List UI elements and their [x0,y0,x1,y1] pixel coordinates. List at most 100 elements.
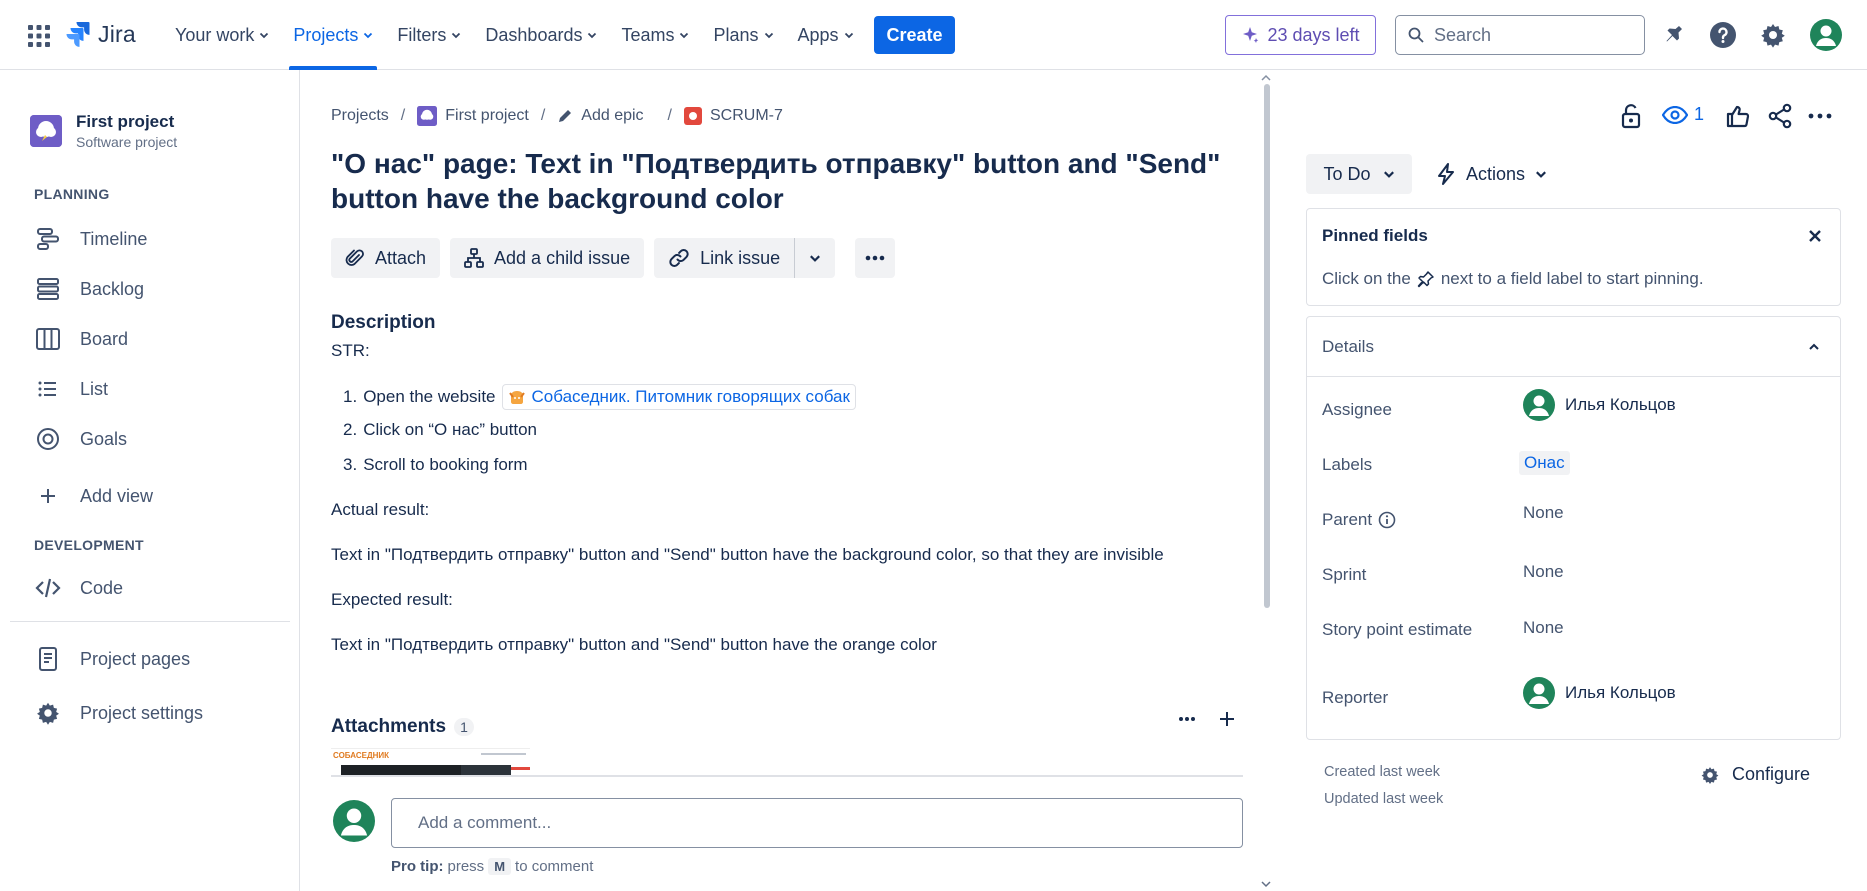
more-icon[interactable] [1806,102,1834,130]
share-icon[interactable] [1766,102,1794,130]
notifications-icon[interactable] [1659,21,1687,49]
nav-dashboards[interactable]: Dashboards [473,0,609,70]
settings-icon[interactable] [1759,21,1787,49]
actual-result-heading: Actual result: [331,500,430,519]
search-icon [1408,27,1424,43]
nav-apps[interactable]: Apps [786,0,866,70]
attachments-divider [331,775,1243,777]
lock-icon[interactable] [1617,102,1645,130]
parent-value[interactable]: None [1523,503,1564,523]
scroll-down-icon[interactable] [1261,880,1271,888]
website-smart-link[interactable]: Собаседник. Питомник говорящих собак [501,384,856,410]
breadcrumb-issue[interactable]: SCRUM-7 [684,107,783,125]
sprint-value[interactable]: None [1523,562,1564,582]
breadcrumb-project[interactable]: First project [417,106,529,126]
nav-filters[interactable]: Filters [385,0,473,70]
thumbnail-nav [481,753,526,755]
sidebar-item-project-settings[interactable]: Project settings [34,698,203,728]
updated-timestamp: Updated last week [1324,791,1444,807]
protip-prefix: Pro tip: [391,858,444,875]
create-button[interactable]: Create [874,16,955,54]
nav-plans[interactable]: Plans [701,0,785,70]
pinned-fields-title: Pinned fields [1322,226,1428,245]
sidebar-item-list[interactable]: List [34,374,108,404]
attachments-heading: Attachments 1 [331,716,474,738]
thumbs-up-icon[interactable] [1724,102,1752,130]
project-header[interactable]: First project Software project [30,112,177,150]
sidebar-item-backlog[interactable]: Backlog [34,274,144,304]
sidebar-item-goals[interactable]: Goals [34,424,127,454]
plus-icon [34,482,62,510]
chevron-down-icon [844,32,853,39]
nav-label: Filters [397,24,447,45]
apps-grid-icon[interactable] [26,23,52,49]
breadcrumb-projects[interactable]: Projects [331,107,389,125]
step-item: 2. Click on “О нас” button [343,420,537,440]
more-actions-button[interactable] [855,238,896,278]
breadcrumb-add-epic[interactable]: Add epic [557,107,644,125]
user-avatar[interactable] [1810,19,1842,51]
link-issue-dropdown[interactable] [794,238,836,278]
code-icon [34,574,62,602]
sidebar-item-board[interactable]: Board [34,324,128,354]
trial-days-button[interactable]: 23 days left [1225,15,1376,55]
issue-title[interactable]: "О нас" page: Text in "Подтвердить отпра… [331,146,1231,216]
sidebar-item-label: Project pages [80,648,191,669]
chevron-down-icon [364,32,373,39]
help-icon[interactable] [1709,21,1737,49]
plus-icon[interactable] [1218,710,1236,728]
sparkle-icon [1243,27,1259,43]
actions-dropdown[interactable]: Actions [1436,154,1547,194]
nav-teams[interactable]: Teams [609,0,701,70]
project-sidebar: First project Software project PLANNING … [0,70,300,891]
main-scrollbar[interactable] [1264,84,1270,608]
pro-tip: Pro tip: press M to comment [391,858,593,875]
planning-heading: PLANNING [34,186,110,202]
development-heading: DEVELOPMENT [34,537,144,553]
sidebar-item-project-pages[interactable]: Project pages [34,644,190,674]
link-issue-button[interactable]: Link issue [654,238,795,278]
chevron-down-icon [680,32,689,39]
assignee-name: Илья Кольцов [1565,395,1676,414]
step-number: 3. [343,455,358,474]
nav-label: Your work [175,24,255,45]
details-header[interactable]: Details [1307,317,1840,377]
more-icon[interactable] [1178,716,1196,722]
timeline-icon [34,225,62,253]
nav-projects[interactable]: Projects [281,0,385,70]
nav-your-work[interactable]: Your work [163,0,281,70]
chevron-down-icon [452,32,461,39]
story-points-value[interactable]: None [1523,618,1564,638]
reporter-value[interactable]: Илья Кольцов [1523,677,1676,709]
sidebar-item-label: Code [80,577,124,598]
pin-icon [1417,271,1434,288]
attach-button[interactable]: Attach [331,238,441,278]
label-tag[interactable]: Онас [1519,451,1570,475]
jira-logo[interactable]: Jira [66,20,136,48]
watchers-button[interactable]: 1 [1662,104,1704,125]
scroll-up-icon[interactable] [1261,74,1271,82]
configure-button[interactable]: Configure [1700,764,1810,785]
info-icon[interactable] [1378,511,1396,529]
sprint-label: Sprint [1322,565,1367,584]
link-issue-split-button: Link issue [654,238,836,278]
link-icon [669,249,689,267]
chevron-up-icon[interactable] [1806,339,1822,355]
labels-value[interactable]: Онас [1519,451,1570,475]
link-issue-label: Link issue [700,247,781,268]
thumbnail-brand: СОБАСЕДНИК [333,751,390,760]
description-heading: Description [331,312,436,333]
attachment-thumbnail[interactable]: СОБАСЕДНИК [331,748,530,776]
close-icon[interactable] [1806,227,1824,245]
pinned-fields-panel: Pinned fields Click on the next to a fie… [1306,208,1841,306]
step-item: 1. Open the website Собаседник. Питомник… [343,384,856,410]
add-child-issue-button[interactable]: Add a child issue [450,238,645,278]
status-dropdown[interactable]: To Do [1306,154,1412,194]
assignee-value[interactable]: Илья Кольцов [1523,389,1676,421]
search-input[interactable]: Search [1395,15,1645,55]
sidebar-item-code[interactable]: Code [34,573,123,603]
sidebar-item-timeline[interactable]: Timeline [34,224,147,254]
sidebar-item-add-view[interactable]: Add view [34,481,153,511]
comment-input[interactable]: Add a comment... [391,798,1243,848]
chevron-down-icon [810,255,821,262]
